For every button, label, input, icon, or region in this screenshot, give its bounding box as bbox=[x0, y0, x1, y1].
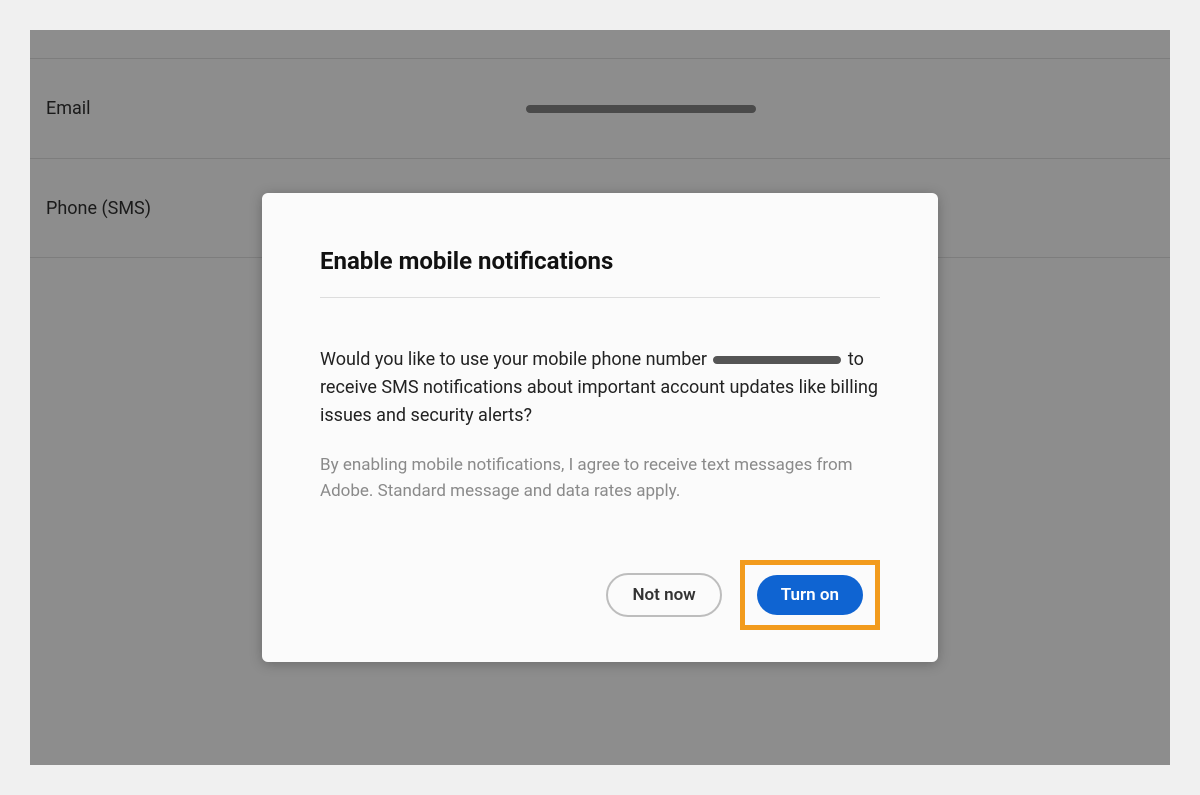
redacted-phone-number bbox=[713, 356, 841, 364]
modal-divider bbox=[320, 297, 880, 298]
modal-actions: Not now Turn on bbox=[320, 560, 880, 630]
not-now-button[interactable]: Not now bbox=[606, 573, 721, 617]
settings-page-backdrop: Email Phone (SMS) Enable mobile notifica… bbox=[30, 30, 1170, 765]
turn-on-highlight: Turn on bbox=[740, 560, 880, 630]
modal-overlay: Enable mobile notifications Would you li… bbox=[30, 30, 1170, 765]
turn-on-button[interactable]: Turn on bbox=[757, 575, 863, 615]
modal-disclaimer: By enabling mobile notifications, I agre… bbox=[320, 452, 880, 505]
modal-body-prefix: Would you like to use your mobile phone … bbox=[320, 349, 711, 370]
modal-title: Enable mobile notifications bbox=[320, 247, 880, 275]
modal-body-text: Would you like to use your mobile phone … bbox=[320, 346, 880, 430]
enable-notifications-modal: Enable mobile notifications Would you li… bbox=[262, 193, 938, 662]
